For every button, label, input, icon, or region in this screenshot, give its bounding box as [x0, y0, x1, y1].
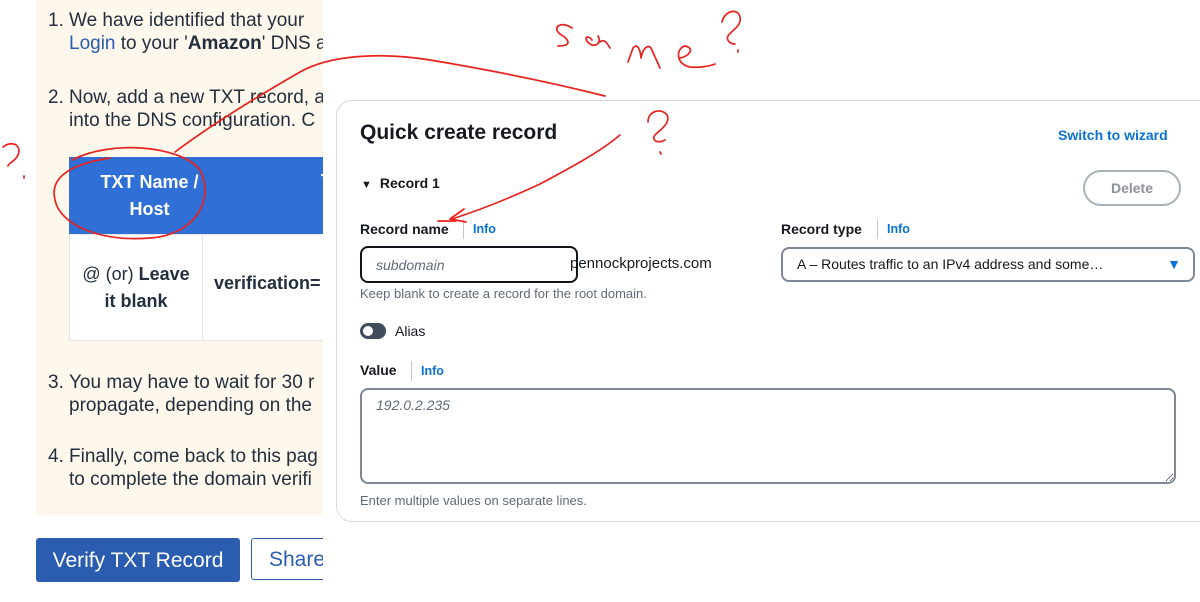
question-mark-top	[721, 10, 742, 53]
txt-record-table: TXT Name / Host T @ (or) Leave it blank …	[69, 157, 323, 341]
step-4: 4. Finally, come back to this pag to comp…	[48, 445, 318, 491]
record-1-label: Record 1	[379, 175, 440, 191]
record-name-label: Record name	[360, 221, 449, 237]
alias-label: Alias	[395, 323, 426, 339]
step-4-text-line2: to complete the domain verifi	[69, 469, 312, 490]
record-type-select[interactable]: A – Routes traffic to an IPv4 address an…	[781, 247, 1195, 282]
login-link[interactable]: Login	[69, 33, 116, 54]
record-name-input[interactable]	[360, 246, 578, 283]
txt-verification-value[interactable]: verification=	[214, 273, 321, 294]
txt-value-header: T	[203, 157, 323, 234]
step-3-text-line2: propagate, depending on the	[69, 395, 312, 416]
value-info-link[interactable]: Info	[411, 361, 444, 381]
caret-down-icon: ▼	[1167, 256, 1181, 272]
host-value-text: @ (or)	[82, 263, 139, 284]
step-1: 1. We have identified that your Login to …	[48, 9, 323, 55]
caret-down-icon: ▼	[361, 179, 372, 191]
page-title: Quick create record	[360, 121, 558, 144]
step-3-text-line1: You may have to wait for 30 r	[69, 372, 315, 393]
step-3: 3. You may have to wait for 30 r propagat…	[48, 371, 314, 417]
record-type-selected-value: A – Routes traffic to an IPv4 address an…	[797, 256, 1104, 272]
value-label: Value	[360, 362, 397, 378]
step-1-text: We have identified that your	[69, 10, 305, 31]
record-1-expander[interactable]: ▼ Record 1	[361, 175, 440, 191]
quick-create-record-panel: Quick create record Switch to wizard ▼ Re…	[336, 100, 1200, 522]
delete-button[interactable]: Delete	[1083, 170, 1181, 206]
txt-value-cell: verification=	[202, 234, 323, 341]
verify-txt-record-button[interactable]: Verify TXT Record	[36, 538, 240, 582]
txt-value-header-text: T	[321, 168, 323, 195]
handwritten-same	[555, 23, 716, 69]
step-2-number: 2.	[48, 87, 64, 108]
record-type-info-link[interactable]: Info	[877, 219, 910, 239]
step-2: 2. Now, add a new TXT record, a into the …	[48, 86, 323, 132]
step-2-text-line1: Now, add a new TXT record, a	[69, 87, 323, 108]
step-1-number: 1.	[48, 10, 64, 31]
record-name-hint: Keep blank to create a record for the ro…	[360, 286, 647, 301]
step-3-number: 3.	[48, 372, 64, 393]
value-hint: Enter multiple values on separate lines.	[360, 493, 587, 508]
step-4-number: 4.	[48, 446, 64, 467]
step-2-text-line2: into the DNS configuration. C	[69, 110, 316, 131]
record-type-label: Record type	[781, 221, 862, 237]
switch-to-wizard-link[interactable]: Switch to wizard	[1058, 127, 1168, 143]
txt-host-cell: @ (or) Leave it blank	[69, 234, 203, 341]
domain-verification-instructions: 1. We have identified that your Login to …	[0, 0, 323, 602]
value-textarea[interactable]	[360, 388, 1176, 484]
dns-provider-name: Amazon	[187, 33, 262, 54]
share-button[interactable]: Share	[251, 538, 323, 580]
step-4-text-line1: Finally, come back to this pag	[69, 446, 318, 467]
domain-suffix: pennockprojects.com	[570, 255, 712, 272]
record-name-info-link[interactable]: Info	[463, 219, 496, 239]
step-1-text-mid: to your '	[115, 33, 188, 54]
alias-toggle[interactable]	[360, 323, 386, 339]
step-1-text-end: ' DNS a	[261, 33, 323, 54]
